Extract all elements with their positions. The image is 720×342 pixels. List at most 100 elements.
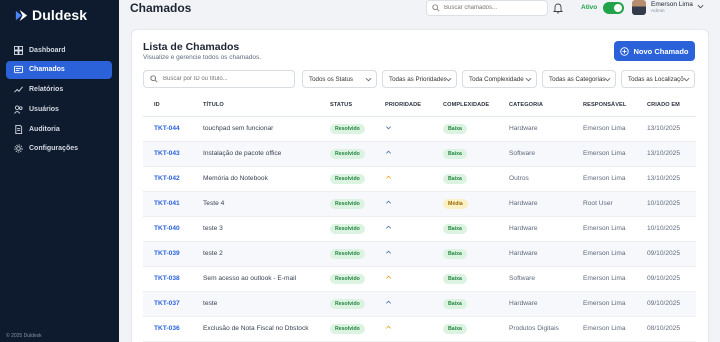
ticket-icon [14,66,23,74]
sidebar-item-label: Usuários [29,105,59,113]
new-ticket-button[interactable]: Novo Chamado [614,41,695,61]
ticket-complexity-cell: Baixa [432,291,498,317]
col-id[interactable]: ID [143,94,192,117]
ticket-owner-cell: Emerson Lima [572,291,636,317]
table-row[interactable]: TKT-038 Sem acesso ao outlook - E-mail Res… [143,266,696,292]
sidebar-item-label: Auditoria [29,125,60,133]
ticket-owner-cell: Emerson Lima [572,241,636,267]
ticket-id-cell[interactable]: TKT-037 [143,291,192,317]
ticket-status-cell: Resolvido [319,291,374,317]
complexity-badge: Baixa [443,248,467,259]
ticket-priority-cell [374,241,432,267]
ticket-category-cell: Hardware [498,241,572,267]
priority-filter-value: Todas as Prioridades [389,75,446,83]
ticket-owner-cell: Emerson Lima [572,166,636,192]
logo[interactable]: Duldesk [14,5,87,25]
logo-icon [15,9,28,21]
user-role: Admin [651,9,665,14]
sidebar-item-usuarios[interactable]: Usuários [6,100,112,118]
col-complexity[interactable]: Complexidade [432,94,498,117]
col-title[interactable]: Título [192,94,319,117]
ticket-priority-cell [374,166,432,192]
user-name[interactable]: Emerson Lima [651,1,693,8]
complexity-filter[interactable]: Toda Complexidade [462,70,537,88]
col-created[interactable]: Criado em [636,94,696,117]
sidebar: Duldesk Dashboard Chamados Relatórios Us… [0,0,119,342]
search-icon [150,75,158,83]
category-filter[interactable]: Todas as Categorias [542,70,616,88]
col-status[interactable]: Status [319,94,374,117]
ticket-status-cell: Resolvido [319,241,374,267]
bell-icon[interactable] [552,2,564,14]
status-toggle[interactable] [603,2,624,14]
status-filter-value: Todos os Status [309,75,354,83]
ticket-id-cell[interactable]: TKT-041 [143,191,192,217]
ticket-complexity-cell: Baixa [432,141,498,167]
global-search[interactable] [426,0,548,16]
ticket-created-cell: 13/10/2025 [636,166,696,192]
sidebar-item-dashboard[interactable]: Dashboard [6,41,112,59]
status-badge: Resolvido [330,223,365,234]
ticket-complexity-cell: Baixa [432,166,498,192]
sidebar-item-configuracoes[interactable]: Configurações [6,140,112,158]
table-row[interactable]: TKT-042 Memória do Notebook Resolvido Baixa… [143,166,696,192]
ticket-complexity-cell: Baixa [432,316,498,342]
ticket-search-input[interactable] [163,76,293,82]
ticket-id-cell[interactable]: TKT-042 [143,166,192,192]
chevron-up-icon [386,325,391,329]
ticket-id-cell[interactable]: TKT-043 [143,141,192,167]
table-row[interactable]: TKT-041 Teste 4 Resolvido Média Hardware Root… [143,191,696,217]
col-priority[interactable]: Prioridade [374,94,432,117]
status-label: Ativo [581,4,598,11]
table-row[interactable]: TKT-040 teste 3 Resolvido Baixa Hardware Emer… [143,216,696,242]
topbar: Chamados Ativo Emerson Lima Admin [119,0,720,17]
table-row[interactable]: TKT-044 touchpad sem funcionar Resolvido Ba… [143,116,696,142]
sidebar-item-relatorios[interactable]: Relatórios [6,81,112,99]
ticket-id-cell[interactable]: TKT-036 [143,316,192,342]
chevron-down-icon [604,77,611,82]
col-owner[interactable]: Responsável [572,94,636,117]
status-filter[interactable]: Todos os Status [302,70,377,88]
avatar[interactable] [632,0,646,15]
complexity-filter-value: Toda Complexidade [469,75,524,83]
ticket-title-cell: touchpad sem funcionar [192,116,319,142]
ticket-created-cell: 13/10/2025 [636,141,696,167]
ticket-owner-cell: Emerson Lima [572,216,636,242]
sidebar-item-chamados[interactable]: Chamados [6,60,112,79]
priority-filter[interactable]: Todas as Prioridades [382,70,457,88]
chevron-down-icon [525,77,532,82]
table-row[interactable]: TKT-043 Instalação de pacote office Resolv… [143,141,696,167]
table-row[interactable]: TKT-039 teste 2 Resolvido Baixa Hardware Emer… [143,241,696,267]
ticket-created-cell: 09/10/2025 [636,266,696,292]
chevron-down-icon[interactable] [697,3,704,10]
sidebar-item-label: Relatórios [29,86,64,94]
location-filter[interactable]: Todas as Localizações [621,70,695,88]
global-search-input[interactable] [444,5,542,11]
complexity-badge: Baixa [443,273,467,284]
sidebar-item-label: Configurações [29,145,79,153]
table-row[interactable]: TKT-037 teste Resolvido Baixa Hardware Emerso… [143,291,696,317]
status-badge: Resolvido [330,198,365,209]
status-badge: Resolvido [330,323,365,334]
chevron-down-icon [683,77,690,82]
chevron-up-icon [386,300,391,304]
status-badge: Resolvido [330,273,365,284]
ticket-created-cell: 10/10/2025 [636,191,696,217]
ticket-id-cell[interactable]: TKT-039 [143,241,192,267]
table-row[interactable]: TKT-036 Exclusão de Nota Fiscal no Dbstoc… [143,316,696,342]
ticket-id-cell[interactable]: TKT-038 [143,266,192,292]
chevron-up-icon [386,175,391,179]
ticket-title-cell: Exclusão de Nota Fiscal no Dbstock [192,316,319,342]
sidebar-footer: © 2025 Duldesk [6,333,42,339]
ticket-category-cell: Software [498,266,572,292]
chevron-up-icon [386,150,391,154]
ticket-search[interactable] [143,70,295,88]
search-icon [432,4,440,12]
users-icon [14,105,23,114]
ticket-id-cell[interactable]: TKT-040 [143,216,192,242]
ticket-id-cell[interactable]: TKT-044 [143,116,192,142]
col-category[interactable]: Categoria [498,94,572,117]
chevron-up-icon [386,200,391,204]
ticket-category-cell: Hardware [498,116,572,142]
sidebar-item-auditoria[interactable]: Auditoria [6,120,112,138]
